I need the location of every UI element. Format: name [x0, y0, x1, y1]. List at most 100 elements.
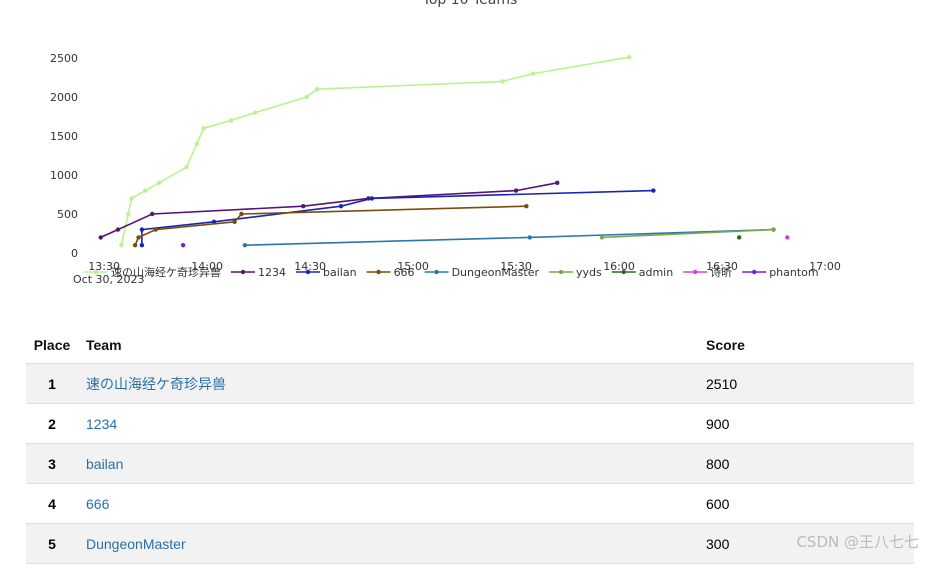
data-point [252, 110, 258, 115]
score-cell: 800 [706, 443, 914, 484]
series-line [244, 228, 774, 246]
team-link[interactable]: 666 [86, 496, 109, 512]
data-point [242, 243, 248, 248]
data-point [304, 94, 309, 100]
series-line [120, 56, 630, 246]
place-cell: 5 [26, 523, 78, 564]
legend-marker [240, 269, 246, 275]
legend-label: yyds [576, 266, 602, 279]
data-point [98, 235, 103, 240]
legend-label: 1234 [258, 266, 286, 279]
data-point [736, 235, 742, 240]
team-cell: 速の山海经ケ奇珍异兽 [78, 363, 706, 404]
chart-title: Top 10 Teams [422, 0, 518, 8]
score-header: Score [706, 326, 914, 364]
data-point [651, 188, 656, 193]
team-link[interactable]: DungeonMaster [86, 536, 186, 552]
data-point [132, 243, 138, 248]
score-chart-svg: Top 10 Teams0500100015002000250013:30 14:… [50, 0, 841, 286]
watermark: CSDN @王八七七 [796, 533, 919, 551]
place-cell: 4 [26, 483, 78, 524]
data-point [119, 243, 124, 248]
table-row: 1 速の山海经ケ奇珍异兽 2510 [26, 363, 914, 404]
team-header: Team [78, 326, 706, 364]
place-header: Place [26, 326, 78, 364]
legend-marker [752, 269, 757, 275]
place-cell: 2 [26, 403, 78, 444]
data-point [184, 165, 189, 170]
score-cell: 600 [706, 483, 914, 524]
team-cell: 666 [78, 483, 706, 524]
y-tick-label: 0 [71, 247, 78, 260]
data-point [599, 235, 605, 240]
data-point [524, 204, 529, 209]
data-point [785, 235, 790, 240]
data-point [125, 211, 131, 217]
data-point [369, 196, 375, 201]
legend-marker [376, 269, 381, 275]
legend-marker [558, 269, 564, 275]
data-point [531, 71, 536, 76]
team-cell: 1234 [78, 403, 706, 444]
place-cell: 3 [26, 443, 78, 484]
data-point [527, 235, 532, 240]
score-cell: 900 [706, 403, 914, 444]
data-point [228, 118, 234, 123]
legend-label: phantom [769, 266, 818, 279]
data-point [136, 235, 141, 240]
data-point [143, 188, 148, 193]
table-row: 2 1234 900 [26, 403, 914, 444]
scoreboard-table: Place Team Score 1 速の山海经ケ奇珍异兽 2510 2 123… [26, 326, 914, 564]
team-cell: bailan [78, 443, 706, 484]
legend-marker [305, 269, 311, 275]
data-point [180, 243, 186, 248]
data-point [139, 243, 145, 248]
y-tick-label: 1000 [50, 169, 78, 182]
legend-label: 666 [394, 266, 415, 279]
y-tick-label: 500 [57, 208, 78, 221]
data-point [555, 180, 560, 185]
data-point [194, 141, 200, 146]
table-row: 4 666 600 [26, 483, 914, 524]
table-row: 5 DungeonMaster 300 [26, 523, 914, 564]
data-point [115, 227, 121, 232]
legend-label: bailan [323, 266, 357, 279]
y-tick-label: 1500 [50, 130, 78, 143]
series-line [141, 189, 654, 246]
data-point [771, 227, 776, 232]
score-chart: Top 10 Teams 0 500 1000 1500 2000 2500 13:30 14:… [0, 0, 933, 300]
team-link[interactable]: 1234 [86, 416, 117, 432]
data-point [627, 55, 632, 60]
data-point [129, 196, 134, 201]
legend-label: 诗昕 [710, 265, 732, 279]
team-link[interactable]: bailan [86, 456, 123, 472]
data-point [156, 180, 162, 185]
table-row: 3 bailan 800 [26, 443, 914, 484]
data-point [150, 211, 155, 217]
legend-label: DungeonMaster [452, 266, 540, 279]
data-point [513, 188, 519, 193]
y-tick-label: 2000 [50, 91, 78, 104]
team-cell: DungeonMaster [78, 523, 706, 564]
place-cell: 1 [26, 363, 78, 404]
legend-marker [621, 269, 626, 275]
legend-label: admin [639, 266, 673, 279]
legend-marker [93, 269, 99, 275]
scoreboard-header-row: Place Team Score [26, 326, 914, 364]
data-point [139, 227, 145, 232]
data-point [314, 87, 320, 92]
legend-label: 速の山海经ケ奇珍异兽 [111, 265, 221, 279]
data-point [338, 204, 344, 209]
y-tick-label: 2500 [50, 52, 78, 65]
series-line [100, 182, 558, 239]
data-point [239, 211, 244, 217]
team-link[interactable]: 速の山海经ケ奇珍异兽 [86, 376, 226, 392]
data-point [500, 79, 505, 84]
legend-marker [693, 269, 698, 275]
x-tick-label: 16:00 [603, 260, 635, 273]
data-point [232, 219, 237, 224]
legend-marker [434, 269, 439, 275]
data-point [201, 126, 206, 131]
score-cell: 2510 [706, 363, 914, 404]
data-point [153, 227, 158, 232]
